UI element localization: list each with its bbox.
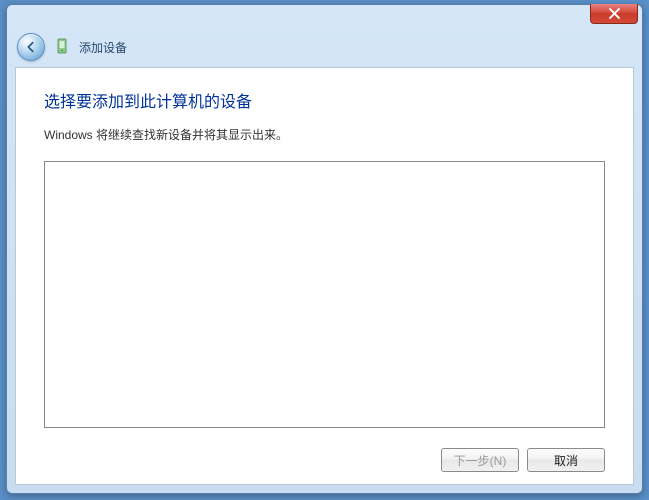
device-icon	[53, 38, 71, 56]
titlebar	[7, 5, 642, 27]
page-heading: 选择要添加到此计算机的设备	[44, 88, 605, 112]
arrow-left-icon	[24, 40, 38, 54]
content-panel: 选择要添加到此计算机的设备 Windows 将继续查找新设备并将其显示出来。 下…	[15, 67, 634, 485]
dialog-window: 添加设备 选择要添加到此计算机的设备 Windows 将继续查找新设备并将其显示…	[6, 4, 643, 494]
page-subtext: Windows 将继续查找新设备并将其显示出来。	[44, 126, 605, 143]
close-icon	[609, 8, 620, 19]
wizard-header: 添加设备	[7, 27, 642, 67]
close-button[interactable]	[590, 4, 638, 24]
next-button[interactable]: 下一步(N)	[441, 448, 519, 472]
button-row: 下一步(N) 取消	[44, 444, 605, 472]
wizard-title: 添加设备	[79, 39, 127, 56]
back-button[interactable]	[17, 33, 45, 61]
cancel-button[interactable]: 取消	[527, 448, 605, 472]
device-list[interactable]	[44, 161, 605, 428]
